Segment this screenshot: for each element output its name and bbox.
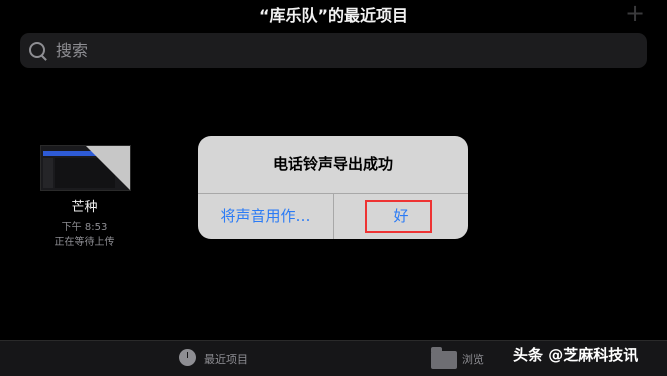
tab-browse[interactable]: 浏览 (462, 351, 484, 367)
track-header (43, 158, 53, 188)
project-thumbnail[interactable] (40, 145, 131, 191)
watermark: 头条 @芝麻科技讯 (513, 346, 639, 364)
alert-title: 电话铃声导出成功 (272, 155, 393, 173)
search-input[interactable]: 搜索 (20, 33, 647, 68)
search-icon (29, 42, 45, 58)
page-title: “库乐队”的最近项目 (258, 6, 409, 25)
use-sound-as-button[interactable]: 将声音用作… (198, 194, 333, 239)
highlight-box (365, 200, 432, 233)
project-time: 下午 8:53 (61, 222, 108, 233)
cloud-corner-icon (86, 146, 130, 190)
folder-icon[interactable] (431, 347, 457, 369)
project-name[interactable]: 芒种 (40, 196, 129, 215)
clock-icon[interactable] (179, 349, 196, 366)
project-status: 正在等待上传 (54, 237, 115, 248)
search-placeholder: 搜索 (56, 41, 89, 60)
alert-dialog: 电话铃声导出成功 将声音用作… 好 (198, 136, 468, 239)
plus-icon[interactable]: + (625, 1, 645, 25)
tab-recent[interactable]: 最近项目 (204, 351, 248, 367)
